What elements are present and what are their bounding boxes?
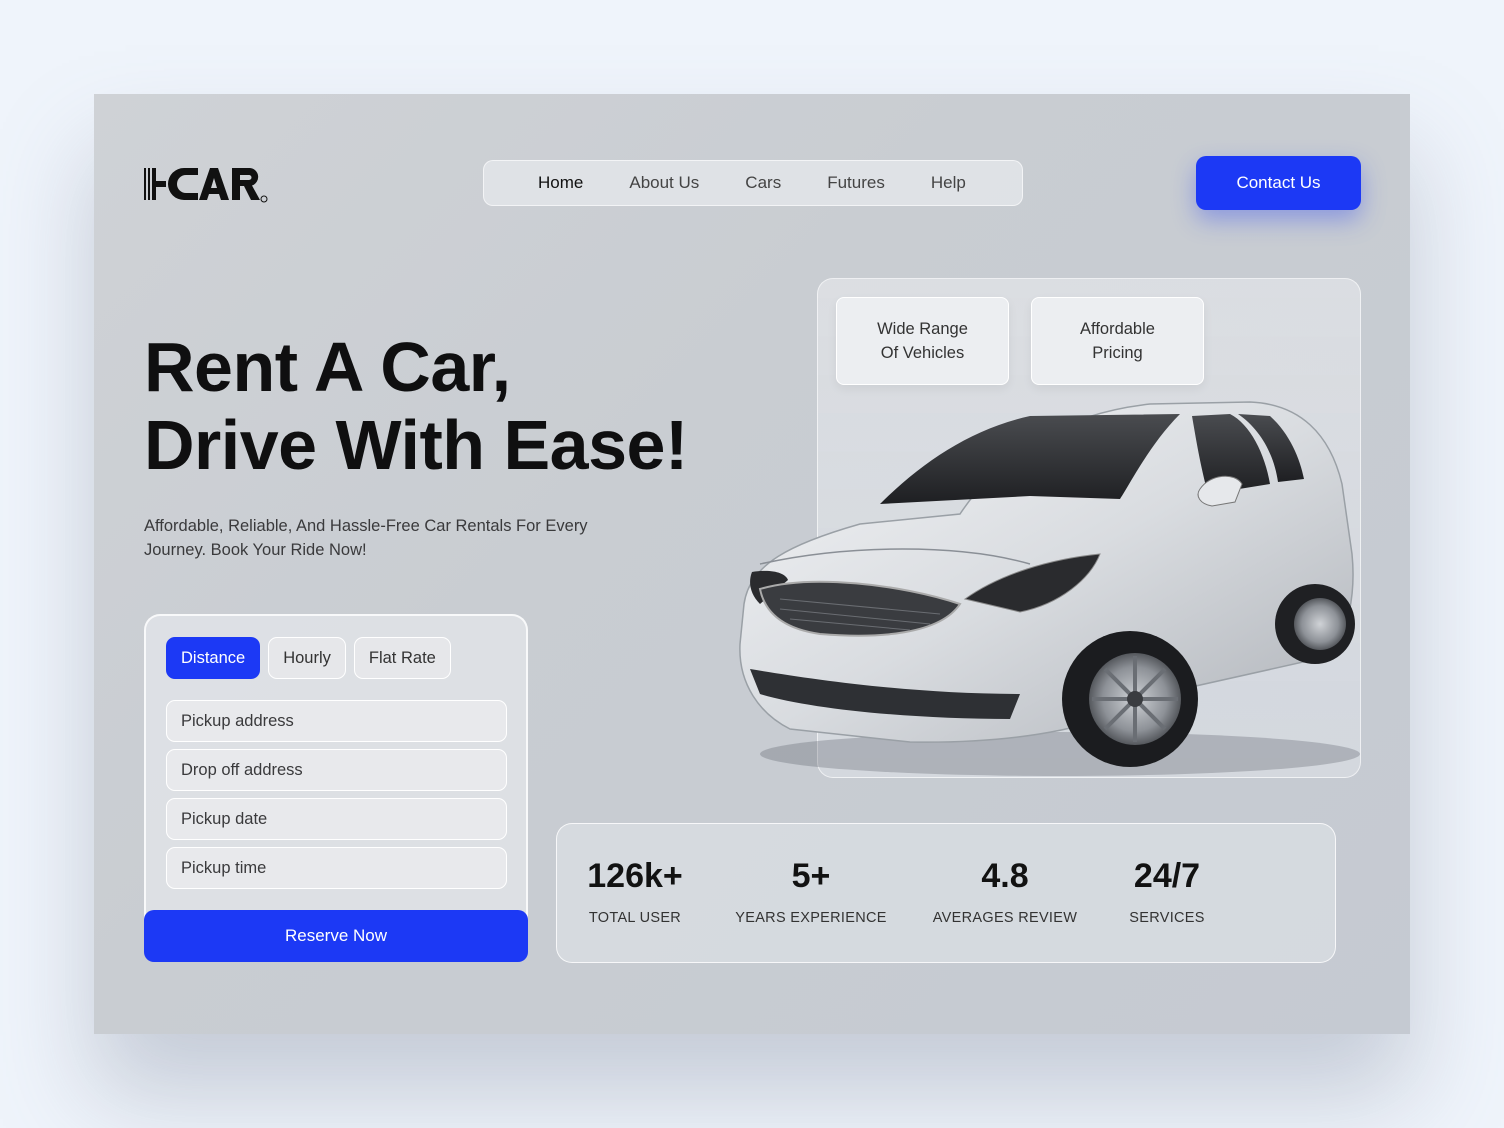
rate-tabs: Distance Hourly Flat Rate [166,637,451,679]
feature-card-wide-range: Wide Range Of Vehicles [836,297,1009,385]
nav-item-about-us[interactable]: About Us [629,173,699,193]
page-frame: Home About Us Cars Futures Help Contact … [94,94,1410,1034]
stat-label: TOTAL USER [588,910,682,926]
brand-logo[interactable] [144,164,268,204]
nav-item-futures[interactable]: Futures [827,173,885,193]
nav-item-cars[interactable]: Cars [745,173,781,193]
tab-hourly[interactable]: Hourly [268,637,346,679]
booking-card: Distance Hourly Flat Rate Reserve Now [144,614,528,962]
tab-flat-rate[interactable]: Flat Rate [353,637,451,679]
stat-averages-review: 4.8 AVERAGES REVIEW [925,856,1085,926]
stats-panel: 126k+ TOTAL USER 5+ YEARS EXPERIENCE 4.8… [556,823,1336,963]
pickup-address-input[interactable] [166,700,507,742]
stat-services: 24/7 SERVICES [1117,856,1217,926]
hero-title-line-1: Rent A Car, [144,328,511,406]
hero-title: Rent A Car, Drive With Ease! [144,328,764,484]
stat-value: 24/7 [1133,857,1201,895]
dropoff-address-input[interactable] [166,749,507,791]
hero-title-line-2: Drive With Ease! [144,406,688,484]
pickup-time-input[interactable] [166,847,507,889]
stat-value: 4.8 [981,857,1029,895]
stat-label: AVERAGES REVIEW [932,910,1078,926]
contact-us-button[interactable]: Contact Us [1196,156,1361,210]
stat-value: 126k+ [587,857,683,895]
feature-card-affordable-pricing: Affordable Pricing [1031,297,1204,385]
main-nav: Home About Us Cars Futures Help [483,160,1023,206]
reserve-now-button[interactable]: Reserve Now [144,910,528,962]
car-image [739,401,1360,776]
nav-item-help[interactable]: Help [931,173,966,193]
stat-years-experience: 5+ YEARS EXPERIENCE [731,856,891,926]
stat-label: YEARS EXPERIENCE [735,910,887,926]
nav-item-home[interactable]: Home [538,173,583,193]
stat-label: SERVICES [1129,910,1205,926]
stat-value: 5+ [791,857,831,895]
hero-subtitle: Affordable, Reliable, And Hassle-Free Ca… [144,517,588,559]
pickup-date-input[interactable] [166,798,507,840]
tab-distance[interactable]: Distance [166,637,261,679]
stat-total-user: 126k+ TOTAL USER [575,856,695,926]
